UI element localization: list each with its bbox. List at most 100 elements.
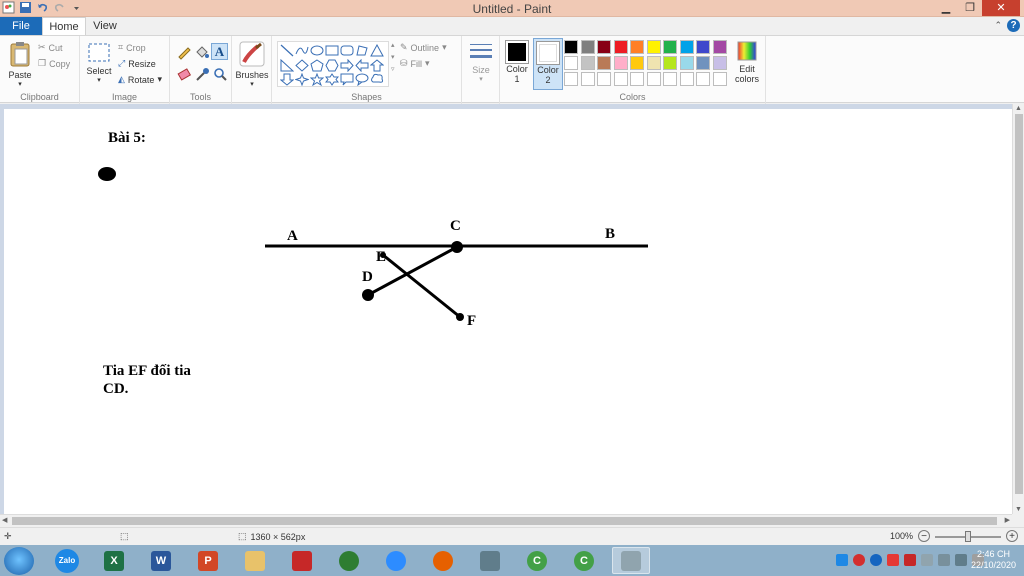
- palette-swatch[interactable]: [613, 72, 628, 86]
- palette-swatch[interactable]: [712, 40, 727, 54]
- palette-swatch[interactable]: [597, 56, 611, 70]
- edit-colors-button[interactable]: Edit colors: [730, 40, 764, 84]
- palette-swatch[interactable]: [630, 56, 644, 70]
- taskbar-app-firefox[interactable]: [424, 547, 462, 574]
- zoom-slider[interactable]: [935, 531, 1001, 542]
- rectangle-shape-icon[interactable]: [325, 44, 339, 57]
- palette-swatch[interactable]: [646, 40, 661, 54]
- palette-swatch[interactable]: [613, 56, 628, 70]
- palette-swatch[interactable]: [564, 56, 578, 70]
- taskbar-app-unikey[interactable]: [283, 547, 321, 574]
- taskbar-app-powerpoint[interactable]: P: [189, 547, 227, 574]
- palette-swatch[interactable]: [630, 72, 644, 86]
- outline-button[interactable]: ✎ Outline ▾: [400, 42, 447, 53]
- magnifier-icon[interactable]: [212, 66, 228, 82]
- right-arrow-shape-icon[interactable]: [340, 59, 354, 72]
- tab-file[interactable]: File: [0, 17, 42, 35]
- rect-callout-shape-icon[interactable]: [340, 73, 354, 86]
- taskbar-app-app-c[interactable]: C: [518, 547, 556, 574]
- diamond-shape-icon[interactable]: [295, 59, 309, 72]
- brushes-button[interactable]: Brushes ▾: [234, 40, 270, 88]
- cloud-callout-shape-icon[interactable]: [370, 73, 384, 86]
- taskbar-app-excel[interactable]: X: [95, 547, 133, 574]
- resize-button[interactable]: ⤢ Resize: [118, 58, 156, 69]
- eraser-icon[interactable]: [176, 66, 192, 82]
- rounded-rectangle-shape-icon[interactable]: [340, 44, 354, 57]
- palette-swatch[interactable]: [613, 40, 628, 54]
- rotate-button[interactable]: ◭ Rotate ▾: [118, 74, 162, 85]
- text-tool-icon[interactable]: A: [211, 43, 228, 60]
- tab-home[interactable]: Home: [42, 17, 86, 35]
- scroll-up-arrow-icon[interactable]: ▲: [1015, 105, 1022, 112]
- start-button[interactable]: [4, 547, 34, 575]
- left-arrow-shape-icon[interactable]: [355, 59, 369, 72]
- palette-swatch[interactable]: [712, 56, 727, 70]
- network-globe-icon[interactable]: [870, 554, 882, 566]
- pentagon-shape-icon[interactable]: [310, 59, 324, 72]
- taskbar-app-file-explorer[interactable]: [236, 547, 274, 574]
- palette-swatch[interactable]: [580, 40, 595, 54]
- oval-shape-icon[interactable]: [310, 44, 324, 57]
- palette-swatch[interactable]: [679, 72, 694, 86]
- palette-swatch[interactable]: [646, 72, 661, 86]
- palette-swatch[interactable]: [696, 40, 710, 54]
- antivirus-icon[interactable]: [887, 554, 899, 566]
- curve-shape-icon[interactable]: [295, 44, 309, 57]
- zoom-slider-knob[interactable]: [965, 531, 971, 542]
- line-shape-icon[interactable]: [280, 44, 294, 57]
- palette-swatch[interactable]: [712, 72, 727, 86]
- taskbar-app-word[interactable]: W: [142, 547, 180, 574]
- pencil-icon[interactable]: [176, 44, 192, 60]
- down-arrow-shape-icon[interactable]: [280, 73, 294, 86]
- tab-view[interactable]: View: [86, 17, 124, 35]
- scroll-right-arrow-icon[interactable]: ▶: [1005, 516, 1010, 524]
- help-icon[interactable]: ?: [1007, 19, 1020, 32]
- triangle-shape-icon[interactable]: [370, 44, 384, 57]
- palette-swatch[interactable]: [679, 56, 694, 70]
- taskbar-app-app-green[interactable]: [330, 547, 368, 574]
- shapes-more-icon[interactable]: ▿: [391, 65, 395, 73]
- palette-swatch[interactable]: [646, 56, 661, 70]
- palette-swatch[interactable]: [696, 72, 710, 86]
- six-point-star-shape-icon[interactable]: [325, 73, 339, 86]
- color-picker-icon[interactable]: [194, 66, 210, 82]
- palette-swatch[interactable]: [630, 40, 644, 54]
- polygon-shape-icon[interactable]: [355, 44, 369, 57]
- hexagon-shape-icon[interactable]: [325, 59, 339, 72]
- minimize-button[interactable]: ▁: [934, 0, 958, 16]
- select-button[interactable]: Select ▾: [84, 42, 114, 84]
- unikey-v-icon[interactable]: [904, 554, 916, 566]
- drawing-canvas[interactable]: Bài 5: A B C D E F Tia EF đối tia CD.: [4, 109, 1012, 514]
- taskbar-app-zoom[interactable]: [377, 547, 415, 574]
- color1-button[interactable]: Color 1: [502, 40, 532, 84]
- zoom-in-button[interactable]: +: [1006, 530, 1018, 542]
- volume-icon[interactable]: [921, 554, 933, 566]
- five-point-star-shape-icon[interactable]: [310, 73, 324, 86]
- palette-swatch[interactable]: [597, 72, 611, 86]
- taskbar-app-paint[interactable]: [612, 547, 650, 574]
- palette-swatch[interactable]: [679, 40, 694, 54]
- copy-button[interactable]: ❐ Copy: [38, 58, 70, 69]
- collapse-ribbon-icon[interactable]: ⌃: [994, 20, 1002, 31]
- scroll-down-arrow-icon[interactable]: ▼: [1015, 506, 1022, 513]
- horizontal-scrollbar[interactable]: ◀ ▶: [0, 514, 1012, 526]
- color2-button[interactable]: Color 2: [533, 38, 563, 90]
- vertical-scroll-thumb[interactable]: [1015, 114, 1023, 494]
- horizontal-scroll-thumb[interactable]: [12, 517, 997, 525]
- paste-button[interactable]: Paste ▾: [4, 40, 36, 88]
- palette-swatch[interactable]: [696, 56, 710, 70]
- up-arrow-shape-icon[interactable]: [370, 59, 384, 72]
- close-button[interactable]: ✕: [982, 0, 1020, 16]
- taskbar-app-app-book[interactable]: [471, 547, 509, 574]
- zoom-out-button[interactable]: −: [918, 530, 930, 542]
- size-button[interactable]: Size ▾: [464, 41, 498, 83]
- scroll-down-icon[interactable]: ▾: [391, 53, 395, 61]
- taskbar-app-zalo[interactable]: Zalo: [48, 547, 86, 574]
- opera-tray-icon[interactable]: [853, 554, 865, 566]
- fill-bucket-icon[interactable]: [194, 44, 210, 60]
- restore-button[interactable]: ❐: [958, 0, 982, 16]
- palette-swatch[interactable]: [564, 40, 578, 54]
- palette-swatch[interactable]: [580, 56, 595, 70]
- palette-swatch[interactable]: [597, 40, 611, 54]
- palette-swatch[interactable]: [663, 56, 677, 70]
